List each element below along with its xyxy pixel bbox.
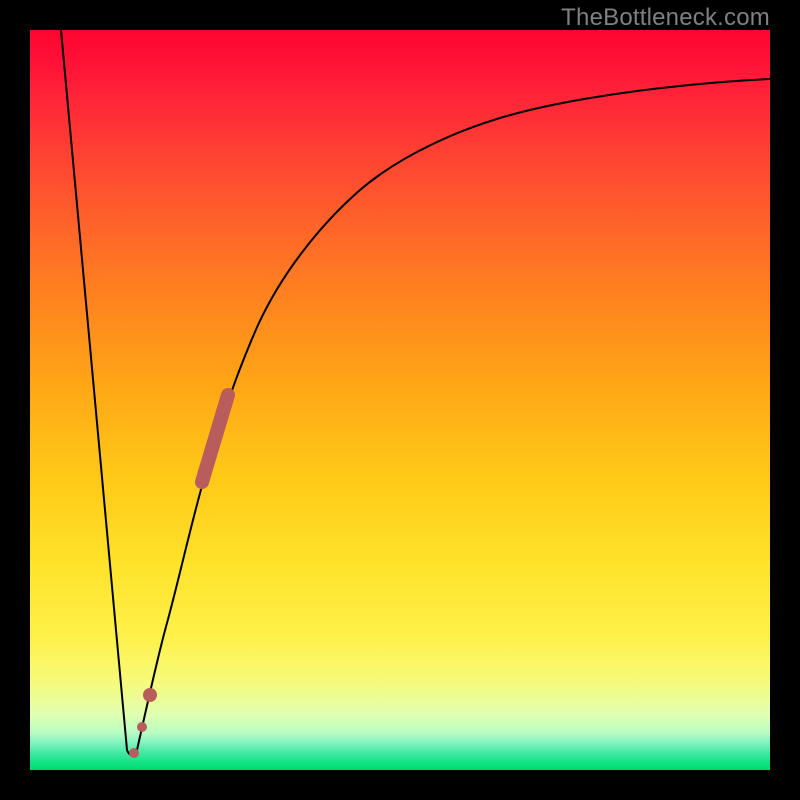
plot-area — [30, 30, 770, 770]
watermark-text: TheBottleneck.com — [561, 4, 770, 32]
bottleneck-curve — [61, 30, 770, 755]
curve-svg — [30, 30, 770, 770]
thick-highlight-segment — [202, 395, 228, 482]
